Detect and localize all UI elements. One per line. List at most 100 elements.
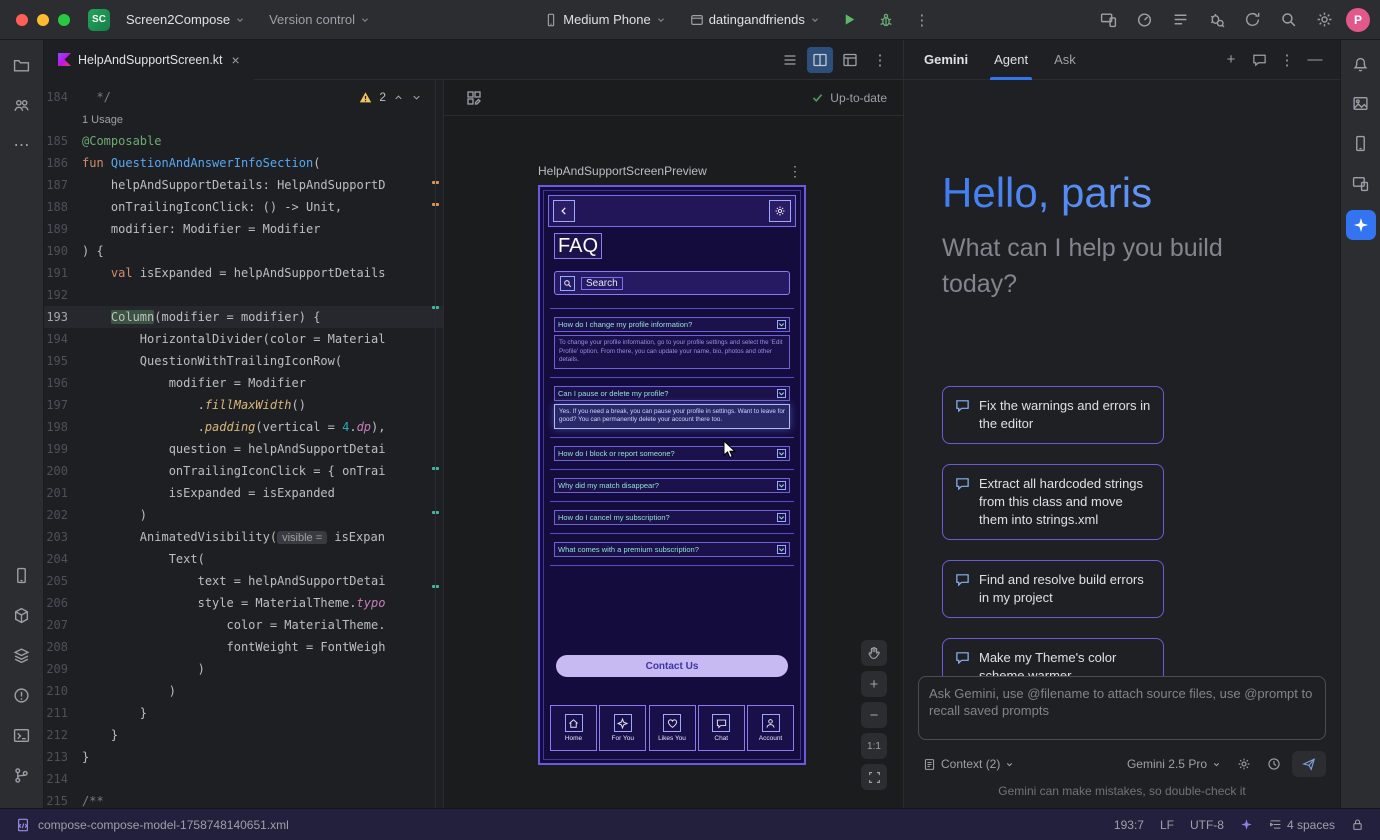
- line-number[interactable]: 191: [44, 266, 82, 280]
- notifications-icon[interactable]: [1344, 46, 1378, 80]
- sync-project-icon[interactable]: [1238, 6, 1266, 34]
- nav-item-for-you[interactable]: For You: [599, 705, 646, 751]
- panel-more-icon[interactable]: ⋮: [1274, 47, 1300, 73]
- debug-button[interactable]: [872, 6, 900, 34]
- code-line[interactable]: 193 Column(modifier = modifier) {: [44, 306, 443, 328]
- scrollbar-highlight-mark[interactable]: [432, 585, 439, 588]
- next-warning-icon[interactable]: [411, 92, 422, 103]
- code-line[interactable]: 215/**: [44, 790, 443, 808]
- version-control-menu[interactable]: Version control: [261, 8, 378, 31]
- scrollbar-highlight-mark[interactable]: [432, 306, 439, 309]
- run-button[interactable]: [836, 6, 864, 34]
- tab-agent[interactable]: Agent: [994, 40, 1028, 80]
- line-number[interactable]: 200: [44, 464, 82, 478]
- suggestion-card[interactable]: Extract all hardcoded strings from this …: [942, 464, 1164, 540]
- tab-helpandsupportscreen[interactable]: HelpAndSupportScreen.kt ×: [44, 40, 254, 80]
- line-number[interactable]: 189: [44, 222, 82, 236]
- code-line[interactable]: 202 ): [44, 504, 443, 526]
- suggestion-card[interactable]: Fix the warnings and errors in the edito…: [942, 386, 1164, 444]
- contact-us-button[interactable]: Contact Us: [556, 655, 788, 677]
- file-encoding[interactable]: UTF-8: [1190, 818, 1224, 832]
- code-line[interactable]: 209 ): [44, 658, 443, 680]
- editor-more-icon[interactable]: ⋮: [867, 47, 893, 73]
- more-tool-windows-icon[interactable]: ⋯: [5, 128, 39, 162]
- indent-setting[interactable]: 4 spaces: [1269, 818, 1335, 832]
- code-line[interactable]: 208 fontWeight = FontWeigh: [44, 636, 443, 658]
- gemini-settings-icon[interactable]: [1232, 752, 1256, 776]
- model-selector[interactable]: Gemini 2.5 Pro: [1122, 754, 1226, 774]
- line-number[interactable]: 209: [44, 662, 82, 676]
- faq-question[interactable]: How do I cancel my subscription?: [554, 510, 790, 525]
- back-button[interactable]: [553, 200, 575, 222]
- plugin-status-icon[interactable]: [1240, 818, 1253, 831]
- settings-gear-button[interactable]: [769, 200, 791, 222]
- terminal-icon[interactable]: [5, 718, 39, 752]
- code-line[interactable]: 200 onTrailingIconClick = { onTrai: [44, 460, 443, 482]
- settings-icon[interactable]: [1310, 6, 1338, 34]
- device-manager-icon[interactable]: [1344, 126, 1378, 160]
- app-quality-insights-icon[interactable]: [1202, 6, 1230, 34]
- code-line[interactable]: 191 val isExpanded = helpAndSupportDetai…: [44, 262, 443, 284]
- design-view-button[interactable]: [837, 47, 863, 73]
- nav-item-likes-you[interactable]: Likes You: [649, 705, 696, 751]
- hide-panel-icon[interactable]: —: [1302, 47, 1328, 73]
- scrollbar-highlight-mark[interactable]: [432, 467, 439, 470]
- code-line[interactable]: 190) {: [44, 240, 443, 262]
- chat-history-icon[interactable]: [1246, 47, 1272, 73]
- code-line[interactable]: 206 style = MaterialTheme.typo: [44, 592, 443, 614]
- expand-icon[interactable]: [777, 481, 786, 490]
- running-devices-icon[interactable]: [5, 558, 39, 592]
- faq-question[interactable]: Why did my match disappear?: [554, 478, 790, 493]
- close-window-button[interactable]: [16, 14, 28, 26]
- line-number[interactable]: 207: [44, 618, 82, 632]
- search-everywhere-icon[interactable]: [1274, 6, 1302, 34]
- inspection-widget[interactable]: 2: [352, 88, 429, 106]
- logcat-icon[interactable]: [1166, 6, 1194, 34]
- nav-item-home[interactable]: Home: [550, 705, 597, 751]
- layout-inspector-icon[interactable]: [1344, 166, 1378, 200]
- build-icon[interactable]: [5, 598, 39, 632]
- version-control-icon[interactable]: [5, 758, 39, 792]
- faq-item[interactable]: How do I cancel my subscription?: [550, 502, 794, 534]
- line-number[interactable]: 198: [44, 420, 82, 434]
- line-number[interactable]: 194: [44, 332, 82, 346]
- line-number[interactable]: 197: [44, 398, 82, 412]
- code-line[interactable]: 197 .fillMaxWidth(): [44, 394, 443, 416]
- code-line[interactable]: 204 Text(: [44, 548, 443, 570]
- faq-search-bar[interactable]: Search: [554, 271, 790, 295]
- code-line[interactable]: 213}: [44, 746, 443, 768]
- line-number[interactable]: 199: [44, 442, 82, 456]
- scrollbar-highlight-mark[interactable]: [432, 511, 439, 514]
- code-line[interactable]: 205 text = helpAndSupportDetai: [44, 570, 443, 592]
- expand-icon[interactable]: [777, 545, 786, 554]
- line-number[interactable]: 213: [44, 750, 82, 764]
- code-line[interactable]: 199 question = helpAndSupportDetai: [44, 438, 443, 460]
- code-line[interactable]: 192: [44, 284, 443, 306]
- code-line[interactable]: 195 QuestionWithTrailingIconRow(: [44, 350, 443, 372]
- line-number[interactable]: 196: [44, 376, 82, 390]
- project-selector[interactable]: Screen2Compose: [118, 8, 253, 31]
- zoom-out-button[interactable]: −: [861, 702, 887, 728]
- line-number[interactable]: 212: [44, 728, 82, 742]
- scrollbar-warning-mark[interactable]: [432, 181, 439, 184]
- read-lock-icon[interactable]: [1351, 818, 1364, 831]
- scrollbar-warning-mark[interactable]: [432, 203, 439, 206]
- line-number[interactable]: 202: [44, 508, 82, 522]
- line-number[interactable]: 204: [44, 552, 82, 566]
- line-number[interactable]: 210: [44, 684, 82, 698]
- phone-preview[interactable]: FAQ Search How do I change my profile in…: [538, 185, 806, 765]
- code-line[interactable]: 212 }: [44, 724, 443, 746]
- line-number[interactable]: 185: [44, 134, 82, 148]
- code-line[interactable]: 210 ): [44, 680, 443, 702]
- faq-question[interactable]: How do I change my profile information?: [554, 317, 790, 332]
- project-structure-icon[interactable]: [5, 88, 39, 122]
- zoom-in-button[interactable]: +: [861, 671, 887, 697]
- code-inlay-row[interactable]: 1 Usage: [44, 108, 443, 130]
- code-line[interactable]: 203 AnimatedVisibility(visible = isExpan: [44, 526, 443, 548]
- problems-icon[interactable]: [5, 678, 39, 712]
- minimize-window-button[interactable]: [37, 14, 49, 26]
- faq-question[interactable]: Can I pause or delete my profile?: [554, 386, 790, 401]
- expand-icon[interactable]: [777, 389, 786, 398]
- suggestion-card[interactable]: Find and resolve build errors in my proj…: [942, 560, 1164, 618]
- preview-layout-icon[interactable]: [460, 84, 488, 112]
